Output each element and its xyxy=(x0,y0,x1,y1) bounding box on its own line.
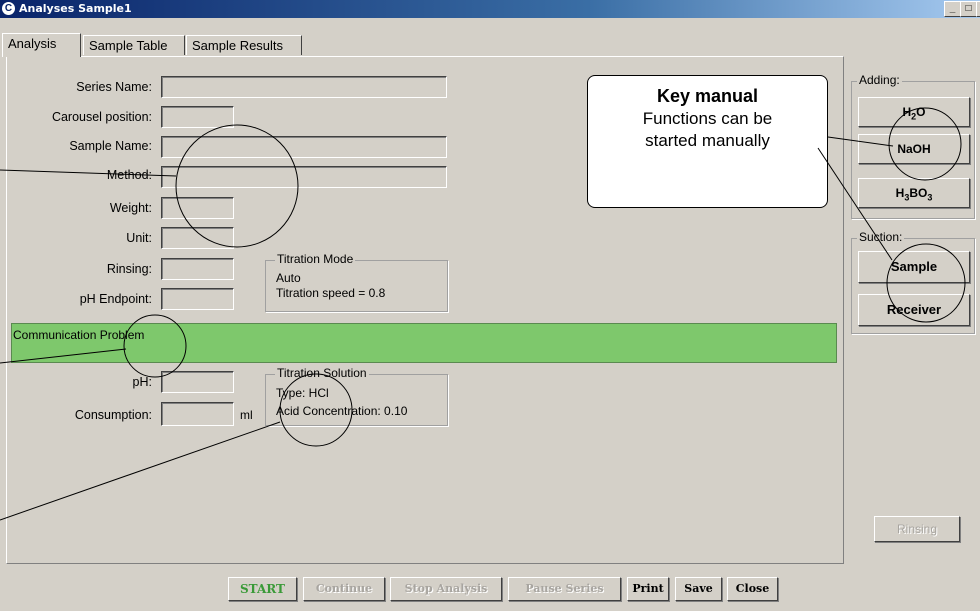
method-pointer-line xyxy=(0,169,177,177)
sample-highlight-circle xyxy=(886,243,966,323)
method-highlight-circle xyxy=(175,124,299,248)
sample-pointer-line xyxy=(817,147,893,261)
solution-highlight-circle xyxy=(279,373,353,447)
solution-pointer-line xyxy=(0,421,281,521)
naoh-pointer-line xyxy=(827,136,894,147)
naoh-highlight-circle xyxy=(888,107,962,181)
annotation-overlay xyxy=(0,107,966,521)
tab-analysis[interactable]: Analysis xyxy=(2,33,81,57)
status-pointer-line xyxy=(0,348,127,364)
status-highlight-circle xyxy=(123,314,187,378)
